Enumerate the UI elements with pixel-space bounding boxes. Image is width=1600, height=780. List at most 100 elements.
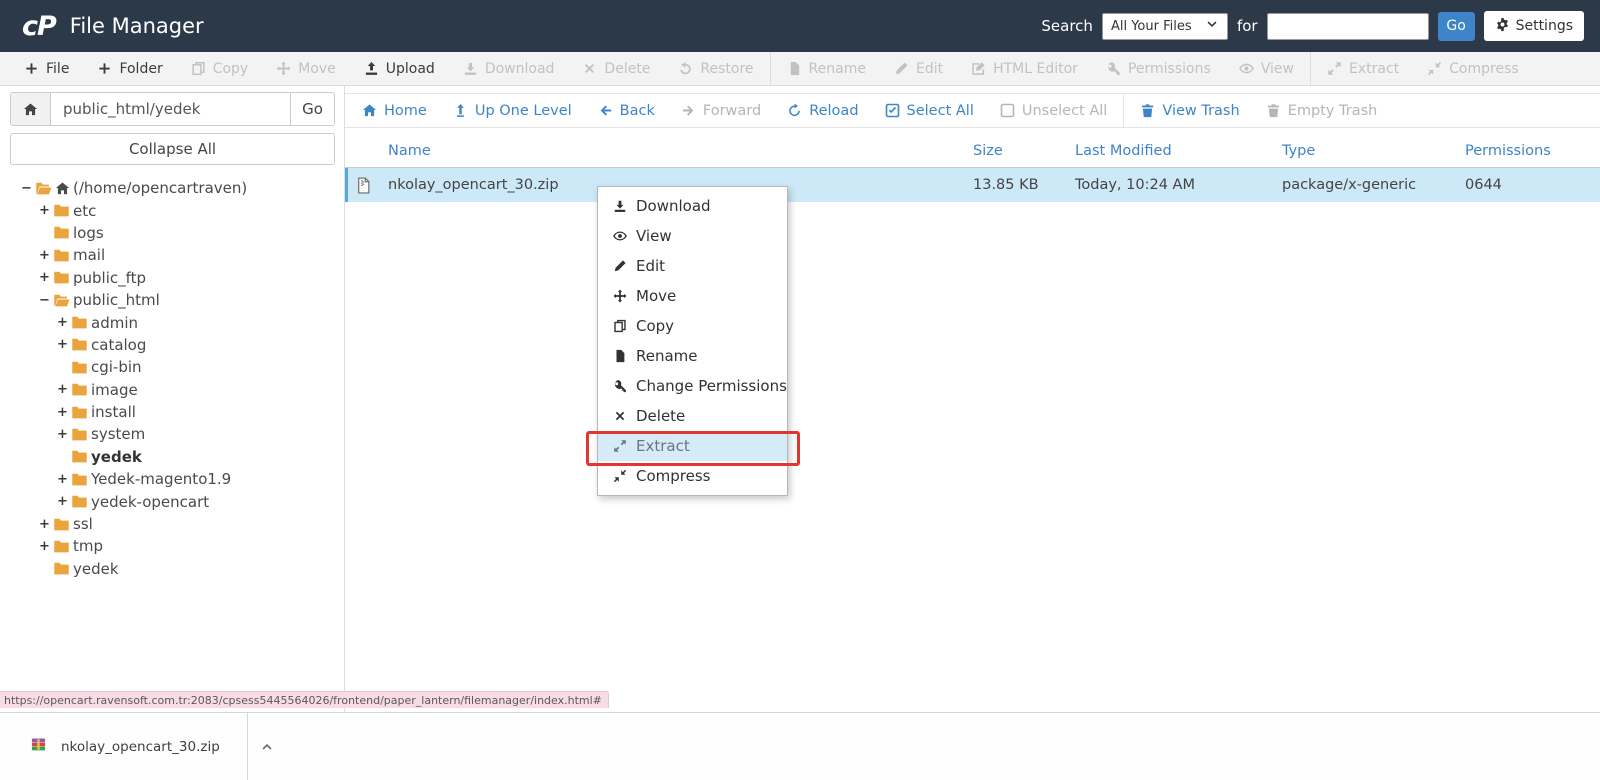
editor-icon bbox=[971, 61, 986, 76]
column-header-type[interactable]: Type bbox=[1282, 143, 1465, 159]
column-header-name[interactable]: Name bbox=[345, 143, 973, 159]
forward-icon bbox=[681, 103, 696, 118]
tree-item-label: public_html bbox=[73, 291, 160, 309]
tree-toggle-icon[interactable]: + bbox=[56, 472, 69, 487]
tree-toggle-icon[interactable]: + bbox=[38, 203, 51, 218]
tree-item-label: tmp bbox=[73, 537, 103, 555]
search-input[interactable] bbox=[1267, 13, 1429, 40]
search-label: Search bbox=[1041, 17, 1093, 35]
move-icon bbox=[613, 289, 627, 303]
context-menu-move[interactable]: Move bbox=[598, 281, 787, 311]
context-menu-label: Extract bbox=[636, 437, 690, 455]
file-icon bbox=[613, 349, 627, 363]
nav-select-all-button[interactable]: Select All bbox=[872, 94, 987, 127]
context-menu-change-permissions[interactable]: Change Permissions bbox=[598, 371, 787, 401]
tree-item-tmp[interactable]: + tmp bbox=[0, 535, 344, 557]
nav-label: Empty Trash bbox=[1288, 103, 1378, 119]
context-menu-download[interactable]: Download bbox=[598, 191, 787, 221]
download-item[interactable]: nkolay_opencart_30.zip bbox=[18, 713, 286, 780]
context-menu-delete[interactable]: Delete bbox=[598, 401, 787, 431]
file-permissions: 0644 bbox=[1465, 177, 1600, 193]
context-menu-copy[interactable]: Copy bbox=[598, 311, 787, 341]
chevron-up-icon[interactable] bbox=[260, 740, 274, 754]
tree-toggle-icon[interactable]: + bbox=[38, 248, 51, 263]
toolbar-label: View bbox=[1261, 61, 1294, 77]
folder-icon bbox=[71, 493, 88, 510]
tree-item-yedek[interactable]: yedek bbox=[0, 446, 344, 468]
nav-up-one-level-button[interactable]: Up One Level bbox=[440, 94, 585, 127]
main-toolbar: FileFolderCopyMoveUploadDownloadDeleteRe… bbox=[0, 52, 1600, 86]
tree-toggle-icon[interactable]: + bbox=[38, 270, 51, 285]
tree-item-cgi-bin[interactable]: cgi-bin bbox=[0, 356, 344, 378]
rar-icon bbox=[30, 736, 47, 753]
tree-toggle-icon[interactable]: + bbox=[56, 494, 69, 509]
tree-item-public-html[interactable]: − public_html bbox=[0, 289, 344, 311]
tree-item-yedek-magento1-9[interactable]: +Yedek-magento1.9 bbox=[0, 468, 344, 490]
tree-toggle-icon[interactable]: + bbox=[56, 315, 69, 330]
tree-toggle-icon[interactable]: + bbox=[56, 405, 69, 420]
extract-icon bbox=[613, 439, 627, 453]
tree-toggle-icon[interactable]: + bbox=[38, 517, 51, 532]
context-menu-label: Delete bbox=[636, 407, 685, 425]
column-header-size[interactable]: Size bbox=[973, 143, 1075, 159]
tree-item-mail[interactable]: +mail bbox=[0, 244, 344, 266]
tree-item-public-ftp[interactable]: +public_ftp bbox=[0, 267, 344, 289]
search-scope-select[interactable]: All Your Files bbox=[1102, 13, 1228, 40]
toolbar-extract-button: Extract bbox=[1313, 52, 1413, 85]
tree-item-label: cgi-bin bbox=[91, 358, 142, 376]
toolbar-folder-button[interactable]: Folder bbox=[83, 52, 176, 85]
tree-item-home-opencartraven[interactable]: − (/home/opencartraven) bbox=[0, 177, 344, 199]
chev-down-icon bbox=[1205, 17, 1219, 31]
tree-item-yedek-opencart[interactable]: +yedek-opencart bbox=[0, 490, 344, 512]
tree-toggle-icon[interactable]: + bbox=[56, 337, 69, 352]
path-go-button[interactable]: Go bbox=[290, 93, 334, 125]
nav-view-trash-button[interactable]: View Trash bbox=[1127, 94, 1252, 127]
trash-icon bbox=[1140, 103, 1155, 118]
context-menu-view[interactable]: View bbox=[598, 221, 787, 251]
tree-toggle-icon[interactable]: − bbox=[20, 181, 33, 196]
tree-item-ssl[interactable]: +ssl bbox=[0, 513, 344, 535]
nav-reload-button[interactable]: Reload bbox=[774, 94, 871, 127]
nav-label: Select All bbox=[907, 103, 974, 119]
toolbar-label: Compress bbox=[1449, 61, 1519, 77]
table-row[interactable]: nkolay_opencart_30.zip13.85 KBToday, 10:… bbox=[345, 168, 1600, 202]
nav-home-button[interactable]: Home bbox=[349, 94, 440, 127]
tree-item-label: etc bbox=[73, 202, 96, 220]
path-input[interactable] bbox=[51, 93, 290, 125]
home-path-button[interactable] bbox=[11, 93, 51, 125]
settings-button[interactable]: Settings bbox=[1484, 11, 1584, 41]
upload-icon bbox=[364, 61, 379, 76]
nav-back-button[interactable]: Back bbox=[585, 94, 668, 127]
column-header-last-modified[interactable]: Last Modified bbox=[1075, 143, 1282, 159]
tree-toggle-icon[interactable]: + bbox=[56, 382, 69, 397]
toolbar-divider bbox=[770, 52, 771, 86]
tree-item-label: (/home/opencartraven) bbox=[73, 179, 247, 197]
tree-item-system[interactable]: +system bbox=[0, 423, 344, 445]
tree-item-admin[interactable]: +admin bbox=[0, 311, 344, 333]
pencil-icon bbox=[894, 61, 909, 76]
context-menu-extract[interactable]: Extract bbox=[598, 431, 787, 461]
tree-toggle-icon[interactable]: − bbox=[38, 293, 51, 308]
context-menu-rename[interactable]: Rename bbox=[598, 341, 787, 371]
collapse-all-button[interactable]: Collapse All bbox=[10, 133, 335, 165]
app-header: cP File Manager Search All Your Files fo… bbox=[0, 0, 1600, 52]
status-url-text: https://opencart.ravensoft.com.tr:2083/c… bbox=[4, 694, 602, 707]
toolbar-file-button[interactable]: File bbox=[10, 52, 83, 85]
context-menu: DownloadViewEditMoveCopyRenameChange Per… bbox=[597, 186, 788, 496]
tree-item-image[interactable]: +image bbox=[0, 379, 344, 401]
tree-item-logs[interactable]: logs bbox=[0, 222, 344, 244]
directory-tree: −(/home/opencartraven)+etclogs+mail+publ… bbox=[0, 175, 344, 712]
search-go-button[interactable]: Go bbox=[1438, 12, 1475, 41]
tree-item-yedek[interactable]: yedek bbox=[0, 558, 344, 580]
context-menu-edit[interactable]: Edit bbox=[598, 251, 787, 281]
move-icon bbox=[276, 61, 291, 76]
tree-toggle-icon[interactable]: + bbox=[38, 539, 51, 554]
toolbar-label: Edit bbox=[916, 61, 943, 77]
tree-item-catalog[interactable]: +catalog bbox=[0, 334, 344, 356]
tree-item-etc[interactable]: + etc bbox=[0, 199, 344, 221]
toolbar-upload-button[interactable]: Upload bbox=[350, 52, 449, 85]
tree-item-install[interactable]: +install bbox=[0, 401, 344, 423]
column-header-permissions[interactable]: Permissions bbox=[1465, 143, 1600, 159]
context-menu-compress[interactable]: Compress bbox=[598, 461, 787, 491]
tree-toggle-icon[interactable]: + bbox=[56, 427, 69, 442]
